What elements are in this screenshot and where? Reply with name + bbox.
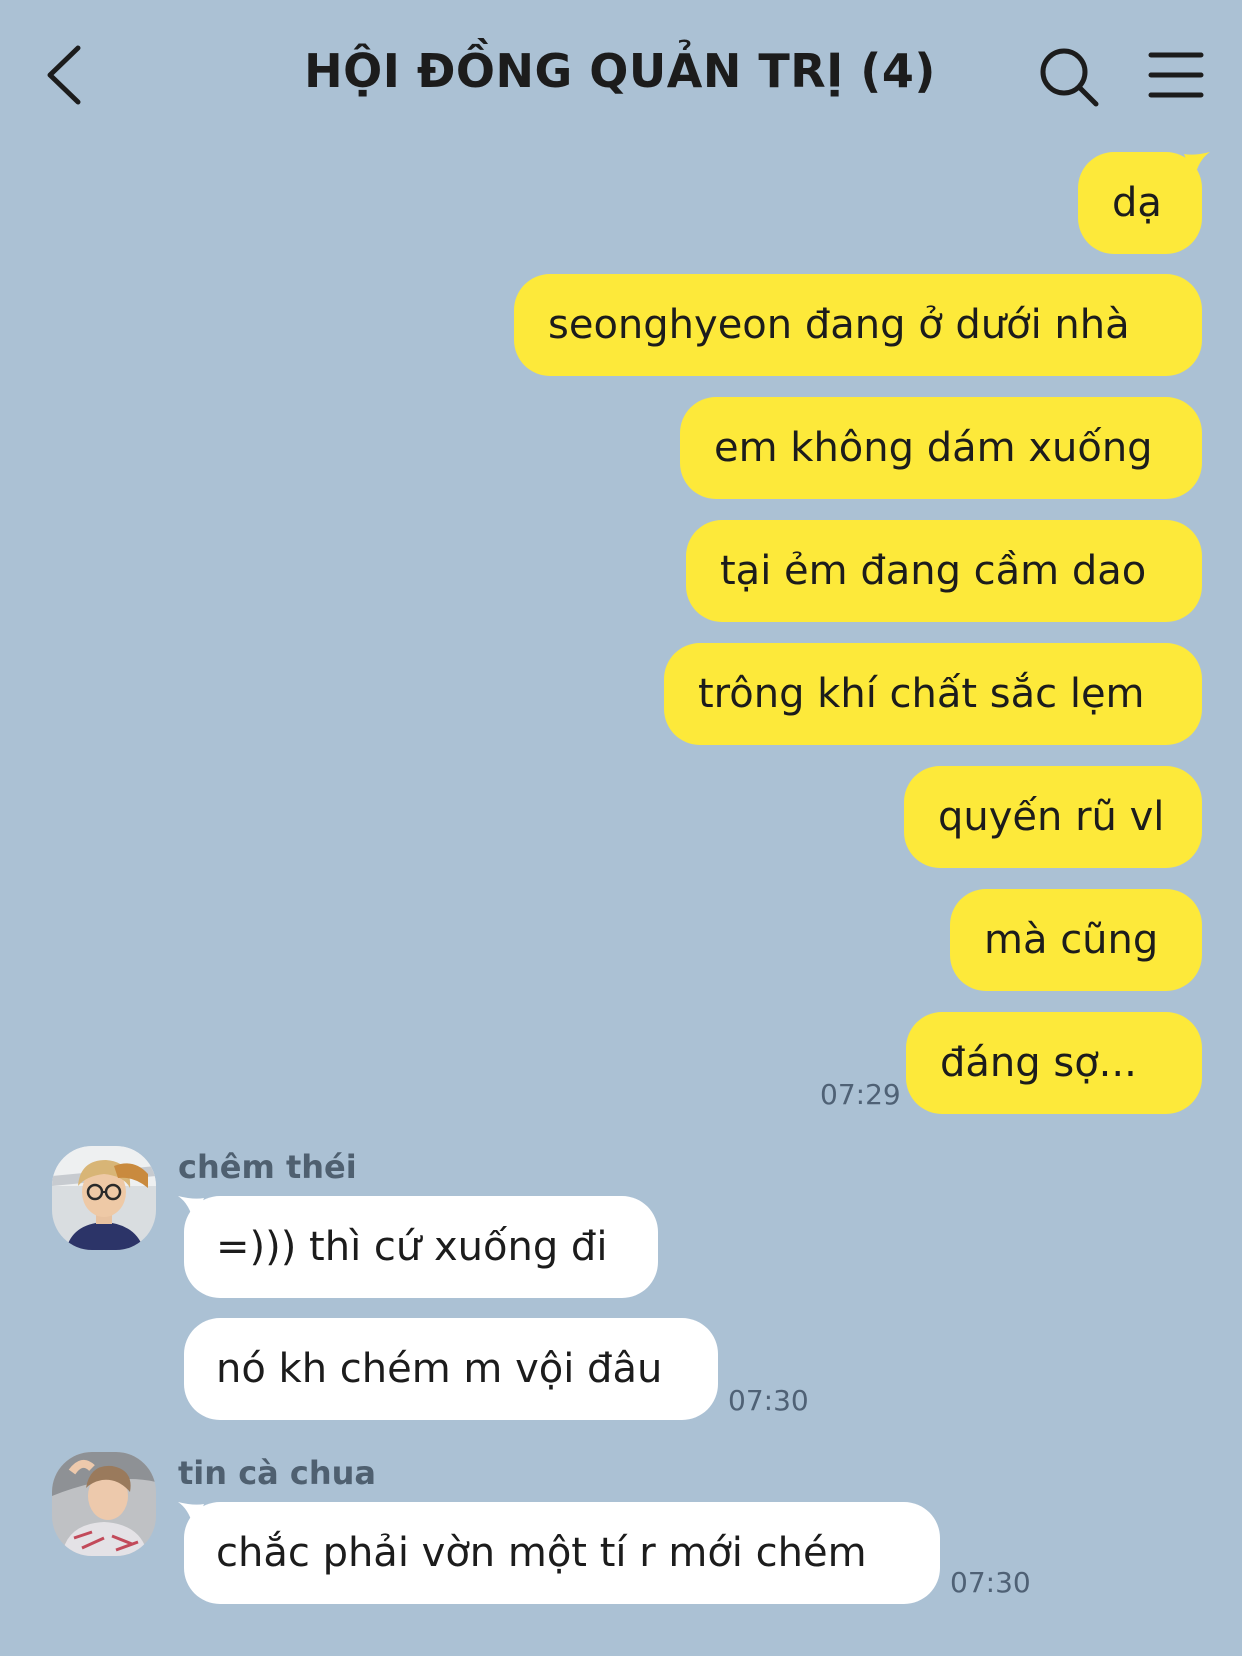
outgoing-message[interactable]: quyến rũ vl <box>904 766 1202 868</box>
message-time: 07:30 <box>728 1384 809 1417</box>
chat-screen: HỘI ĐỒNG QUẢN TRỊ (4) dạ seonghyeon đang… <box>0 0 1242 1656</box>
search-button[interactable] <box>1038 46 1102 110</box>
incoming-message[interactable]: chắc phải vờn một tí r mới chém <box>184 1502 940 1604</box>
chat-title: HỘI ĐỒNG QUẢN TRỊ (4) <box>304 44 936 98</box>
outgoing-message[interactable]: dạ <box>1078 152 1202 254</box>
message-time: 07:29 <box>820 1078 901 1111</box>
avatar[interactable] <box>52 1146 156 1250</box>
outgoing-message[interactable]: em không dám xuống <box>680 397 1202 499</box>
chevron-left-icon <box>47 45 81 105</box>
chat-header: HỘI ĐỒNG QUẢN TRỊ (4) <box>0 0 1242 150</box>
incoming-message[interactable]: nó kh chém m vội đâu <box>184 1318 718 1420</box>
outgoing-message[interactable]: trông khí chất sắc lẹm <box>664 643 1202 745</box>
outgoing-message[interactable]: tại ẻm đang cầm dao <box>686 520 1202 622</box>
menu-button[interactable] <box>1148 50 1204 100</box>
outgoing-message[interactable]: đáng sợ... <box>906 1012 1202 1114</box>
search-icon <box>1040 48 1099 107</box>
sender-name: chêm théi <box>178 1148 357 1186</box>
avatar[interactable] <box>52 1452 156 1556</box>
message-time: 07:30 <box>950 1566 1031 1599</box>
sender-name: tin cà chua <box>178 1454 377 1492</box>
outgoing-message[interactable]: seonghyeon đang ở dưới nhà <box>514 274 1202 376</box>
menu-icon <box>1148 52 1204 98</box>
back-button[interactable] <box>40 40 100 110</box>
incoming-message[interactable]: =))) thì cứ xuống đi <box>184 1196 658 1298</box>
outgoing-message[interactable]: mà cũng <box>950 889 1202 991</box>
